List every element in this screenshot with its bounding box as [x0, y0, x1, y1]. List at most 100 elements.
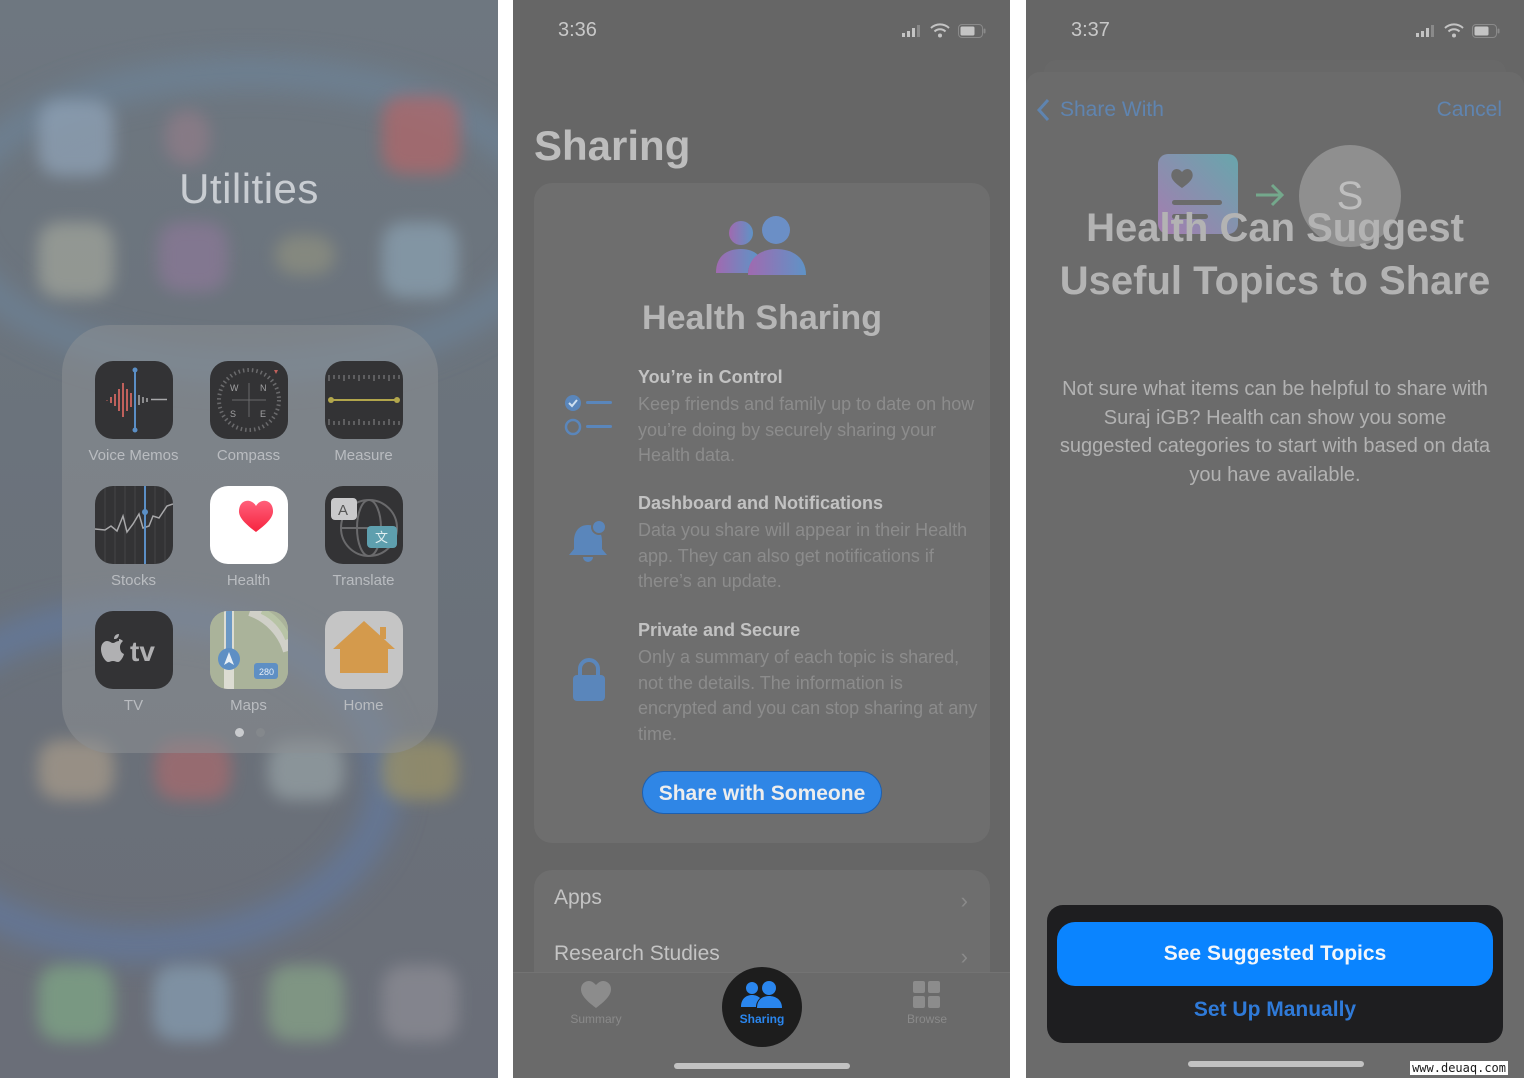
- blurred-app-icon: [275, 235, 335, 275]
- status-bar: 3:37: [1026, 19, 1524, 45]
- compass-letter: W: [230, 383, 239, 393]
- voice-memos-icon: [94, 361, 173, 439]
- dock-app-camera: [382, 965, 458, 1041]
- people-icon: [716, 216, 806, 275]
- list-item-apps[interactable]: Apps ›: [554, 886, 970, 926]
- wifi-icon: [930, 23, 950, 38]
- home-icon: [324, 611, 403, 689]
- maps-shield-number: 280: [259, 667, 274, 677]
- watermark: www.deuaq.com: [1410, 1061, 1508, 1075]
- translate-latin-glyph: A: [338, 502, 348, 519]
- page-dot[interactable]: [256, 728, 265, 737]
- lock-icon: [573, 658, 605, 701]
- checklist-icon: [564, 395, 612, 436]
- home-screen-panel: Utilities Voice Memos W N S E Compass Me…: [0, 0, 498, 1078]
- tab-sharing[interactable]: Sharing: [717, 981, 807, 1026]
- app-measure[interactable]: Measure: [306, 361, 421, 464]
- set-up-manually-button[interactable]: Set Up Manually: [1047, 998, 1503, 1022]
- app-compass[interactable]: W N S E Compass: [191, 361, 306, 464]
- page-title: Sharing: [534, 122, 691, 169]
- maps-icon: 280: [209, 611, 288, 689]
- feature-dashboard-notifications: Dashboard and Notifications Data you sha…: [638, 493, 978, 595]
- bell-badge-icon: [569, 519, 607, 562]
- see-suggested-topics-button[interactable]: See Suggested Topics: [1057, 922, 1493, 986]
- chevron-right-icon: ›: [960, 944, 968, 969]
- tab-label: Browse: [906, 1012, 947, 1026]
- health-sharing-card: Health Sharing You’re in Control Keep fr…: [534, 183, 990, 843]
- dock-app-safari: [153, 965, 229, 1041]
- measure-icon: [324, 361, 403, 439]
- app-label: Stocks: [110, 572, 156, 589]
- app-voice-memos[interactable]: Voice Memos: [76, 361, 191, 464]
- feature-body: Only a summary of each topic is shared, …: [638, 647, 978, 744]
- heart-icon: [581, 981, 611, 1008]
- compass-letter: S: [230, 409, 236, 419]
- app-label: Health: [226, 572, 271, 589]
- wifi-icon: [1444, 23, 1464, 38]
- home-indicator[interactable]: [674, 1063, 850, 1069]
- app-tv[interactable]: tv TV: [76, 611, 191, 714]
- chevron-right-icon: ›: [960, 888, 968, 913]
- app-label: Measure: [334, 447, 393, 464]
- suggest-topics-panel: 3:37 Share With Cancel S Health Can Sugg…: [1026, 0, 1524, 1078]
- app-stocks[interactable]: Stocks: [76, 486, 191, 589]
- health-heart-icon: [209, 486, 288, 564]
- share-with-someone-button[interactable]: Share with Someone: [642, 771, 882, 814]
- feature-in-control: You’re in Control Keep friends and famil…: [638, 367, 978, 469]
- feature-body: Data you share will appear in their Heal…: [638, 520, 968, 591]
- chevron-left-icon: [1036, 98, 1050, 122]
- blurred-app-icon: [158, 222, 228, 292]
- action-sheet: See Suggested Topics Set Up Manually: [1047, 905, 1503, 1043]
- sheet-body: Not sure what items can be helpful to sh…: [1059, 378, 1491, 486]
- blurred-app-icon: [382, 96, 460, 174]
- app-label: Translate: [332, 572, 395, 589]
- app-label: TV: [123, 697, 144, 714]
- folder-title: Utilities: [179, 165, 319, 212]
- tv-wordmark: tv: [130, 636, 155, 667]
- battery-icon: [1472, 23, 1500, 38]
- grid-icon: [913, 981, 940, 1008]
- status-time: 3:36: [558, 19, 597, 41]
- back-button[interactable]: Share With: [1036, 98, 1164, 122]
- battery-icon: [958, 23, 986, 38]
- compass-letter: E: [260, 409, 266, 419]
- translate-icon: A 文: [324, 486, 403, 564]
- page-indicator[interactable]: [62, 724, 438, 742]
- app-label: Maps: [230, 697, 267, 714]
- utilities-folder: Voice Memos W N S E Compass Measure Stoc…: [62, 325, 438, 753]
- app-health[interactable]: Health: [191, 486, 306, 589]
- app-label: Home: [343, 697, 384, 714]
- page-dot-active[interactable]: [235, 728, 244, 737]
- feature-title: Dashboard and Notifications: [638, 493, 884, 513]
- card-title: Health Sharing: [642, 299, 882, 337]
- blurred-app-icon: [165, 110, 210, 165]
- status-bar: 3:36: [513, 19, 1010, 45]
- tab-summary[interactable]: Summary: [551, 981, 641, 1026]
- health-sharing-panel: 3:36 Sharing Health Sharing You’re in Co…: [513, 0, 1010, 1078]
- compass-icon: W N S E: [209, 361, 288, 439]
- blurred-app-icon: [38, 222, 114, 298]
- sheet-title: Health Can Suggest Useful Topics to Shar…: [1059, 206, 1491, 303]
- dock-app-messages: [268, 965, 344, 1041]
- app-home[interactable]: Home: [306, 611, 421, 714]
- status-time: 3:37: [1071, 19, 1110, 41]
- cancel-button[interactable]: Cancel: [1437, 98, 1502, 122]
- app-label: Compass: [216, 447, 281, 464]
- apple-tv-icon: tv: [94, 611, 173, 689]
- signal-icon: [1416, 24, 1434, 37]
- back-button-label: Share With: [1060, 98, 1164, 121]
- people-icon: [741, 981, 782, 1008]
- feature-private-secure: Private and Secure Only a summary of eac…: [638, 620, 978, 747]
- tab-bar: Summary Sharing Browse: [513, 967, 1010, 1078]
- tab-browse[interactable]: Browse: [882, 981, 972, 1026]
- feature-title: Private and Secure: [638, 620, 801, 640]
- feature-body: Keep friends and family up to date on ho…: [638, 394, 975, 465]
- app-translate[interactable]: A 文 Translate: [306, 486, 421, 589]
- tab-label: Sharing: [739, 1012, 785, 1026]
- dock-app-phone: [38, 965, 114, 1041]
- app-maps[interactable]: 280 Maps: [191, 611, 306, 714]
- list-item-label: Apps: [554, 886, 602, 909]
- feature-title: You’re in Control: [638, 367, 783, 387]
- home-indicator[interactable]: [1188, 1061, 1364, 1067]
- tab-label: Summary: [570, 1012, 622, 1026]
